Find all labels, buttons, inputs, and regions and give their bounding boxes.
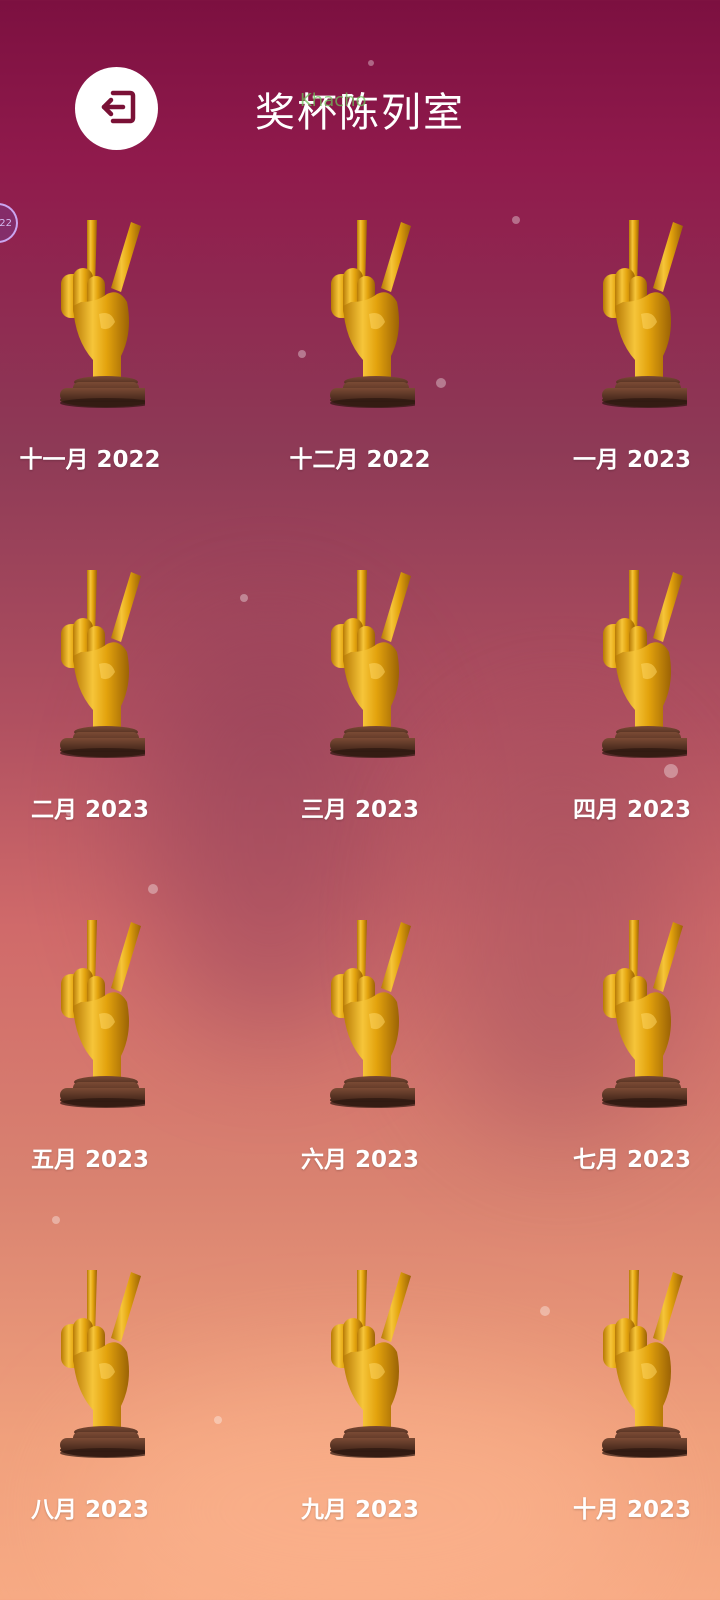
trophy-peace-hand-icon (532, 910, 720, 1110)
trophy-label: 十月 2023 (572, 1497, 692, 1523)
trophy-item[interactable]: 十二月 2022 (260, 210, 460, 490)
trophy-item[interactable]: 五月 2023 (0, 910, 190, 1190)
title-overlay-text: Khacho (300, 90, 367, 111)
background-particle (214, 1416, 222, 1424)
trophy-item[interactable]: 十月 2023 (532, 1260, 720, 1540)
trophy-item[interactable]: 九月 2023 (260, 1260, 460, 1540)
trophy-label: 一月 2023 (572, 447, 692, 473)
trophy-label: 七月 2023 (572, 1147, 692, 1173)
trophy-label: 二月 2023 (30, 797, 150, 823)
trophy-label: 五月 2023 (30, 1147, 150, 1173)
trophy-label: 三月 2023 (300, 797, 420, 823)
background-particle (512, 216, 520, 224)
trophy-peace-hand-icon (532, 560, 720, 760)
header: 奖杯陈列室 Khacho (0, 0, 720, 200)
background-particle (52, 1216, 60, 1224)
trophy-label: 十一月 2022 (19, 447, 161, 473)
trophy-item[interactable]: 六月 2023 (260, 910, 460, 1190)
trophy-peace-hand-icon (532, 1260, 720, 1460)
trophy-peace-hand-icon (260, 560, 460, 760)
trophy-label: 九月 2023 (300, 1497, 420, 1523)
trophy-peace-hand-icon (0, 210, 190, 410)
trophy-item[interactable]: 七月 2023 (532, 910, 720, 1190)
trophy-peace-hand-icon (260, 1260, 460, 1460)
trophy-item[interactable]: 一月 2023 (532, 210, 720, 490)
trophy-peace-hand-icon (0, 1260, 190, 1460)
trophy-peace-hand-icon (260, 210, 460, 410)
trophy-peace-hand-icon (260, 910, 460, 1110)
background-particle (240, 594, 248, 602)
trophy-label: 八月 2023 (30, 1497, 150, 1523)
background-particle (148, 884, 158, 894)
trophy-label: 四月 2023 (572, 797, 692, 823)
trophy-label: 六月 2023 (300, 1147, 420, 1173)
trophy-item[interactable]: 十一月 2022 (0, 210, 190, 490)
trophy-peace-hand-icon (0, 910, 190, 1110)
trophy-item[interactable]: 三月 2023 (260, 560, 460, 840)
trophy-peace-hand-icon (0, 560, 190, 760)
trophy-item[interactable]: 二月 2023 (0, 560, 190, 840)
trophy-peace-hand-icon (532, 210, 720, 410)
trophy-label: 十二月 2022 (289, 447, 431, 473)
trophy-item[interactable]: 四月 2023 (532, 560, 720, 840)
trophy-item[interactable]: 八月 2023 (0, 1260, 190, 1540)
